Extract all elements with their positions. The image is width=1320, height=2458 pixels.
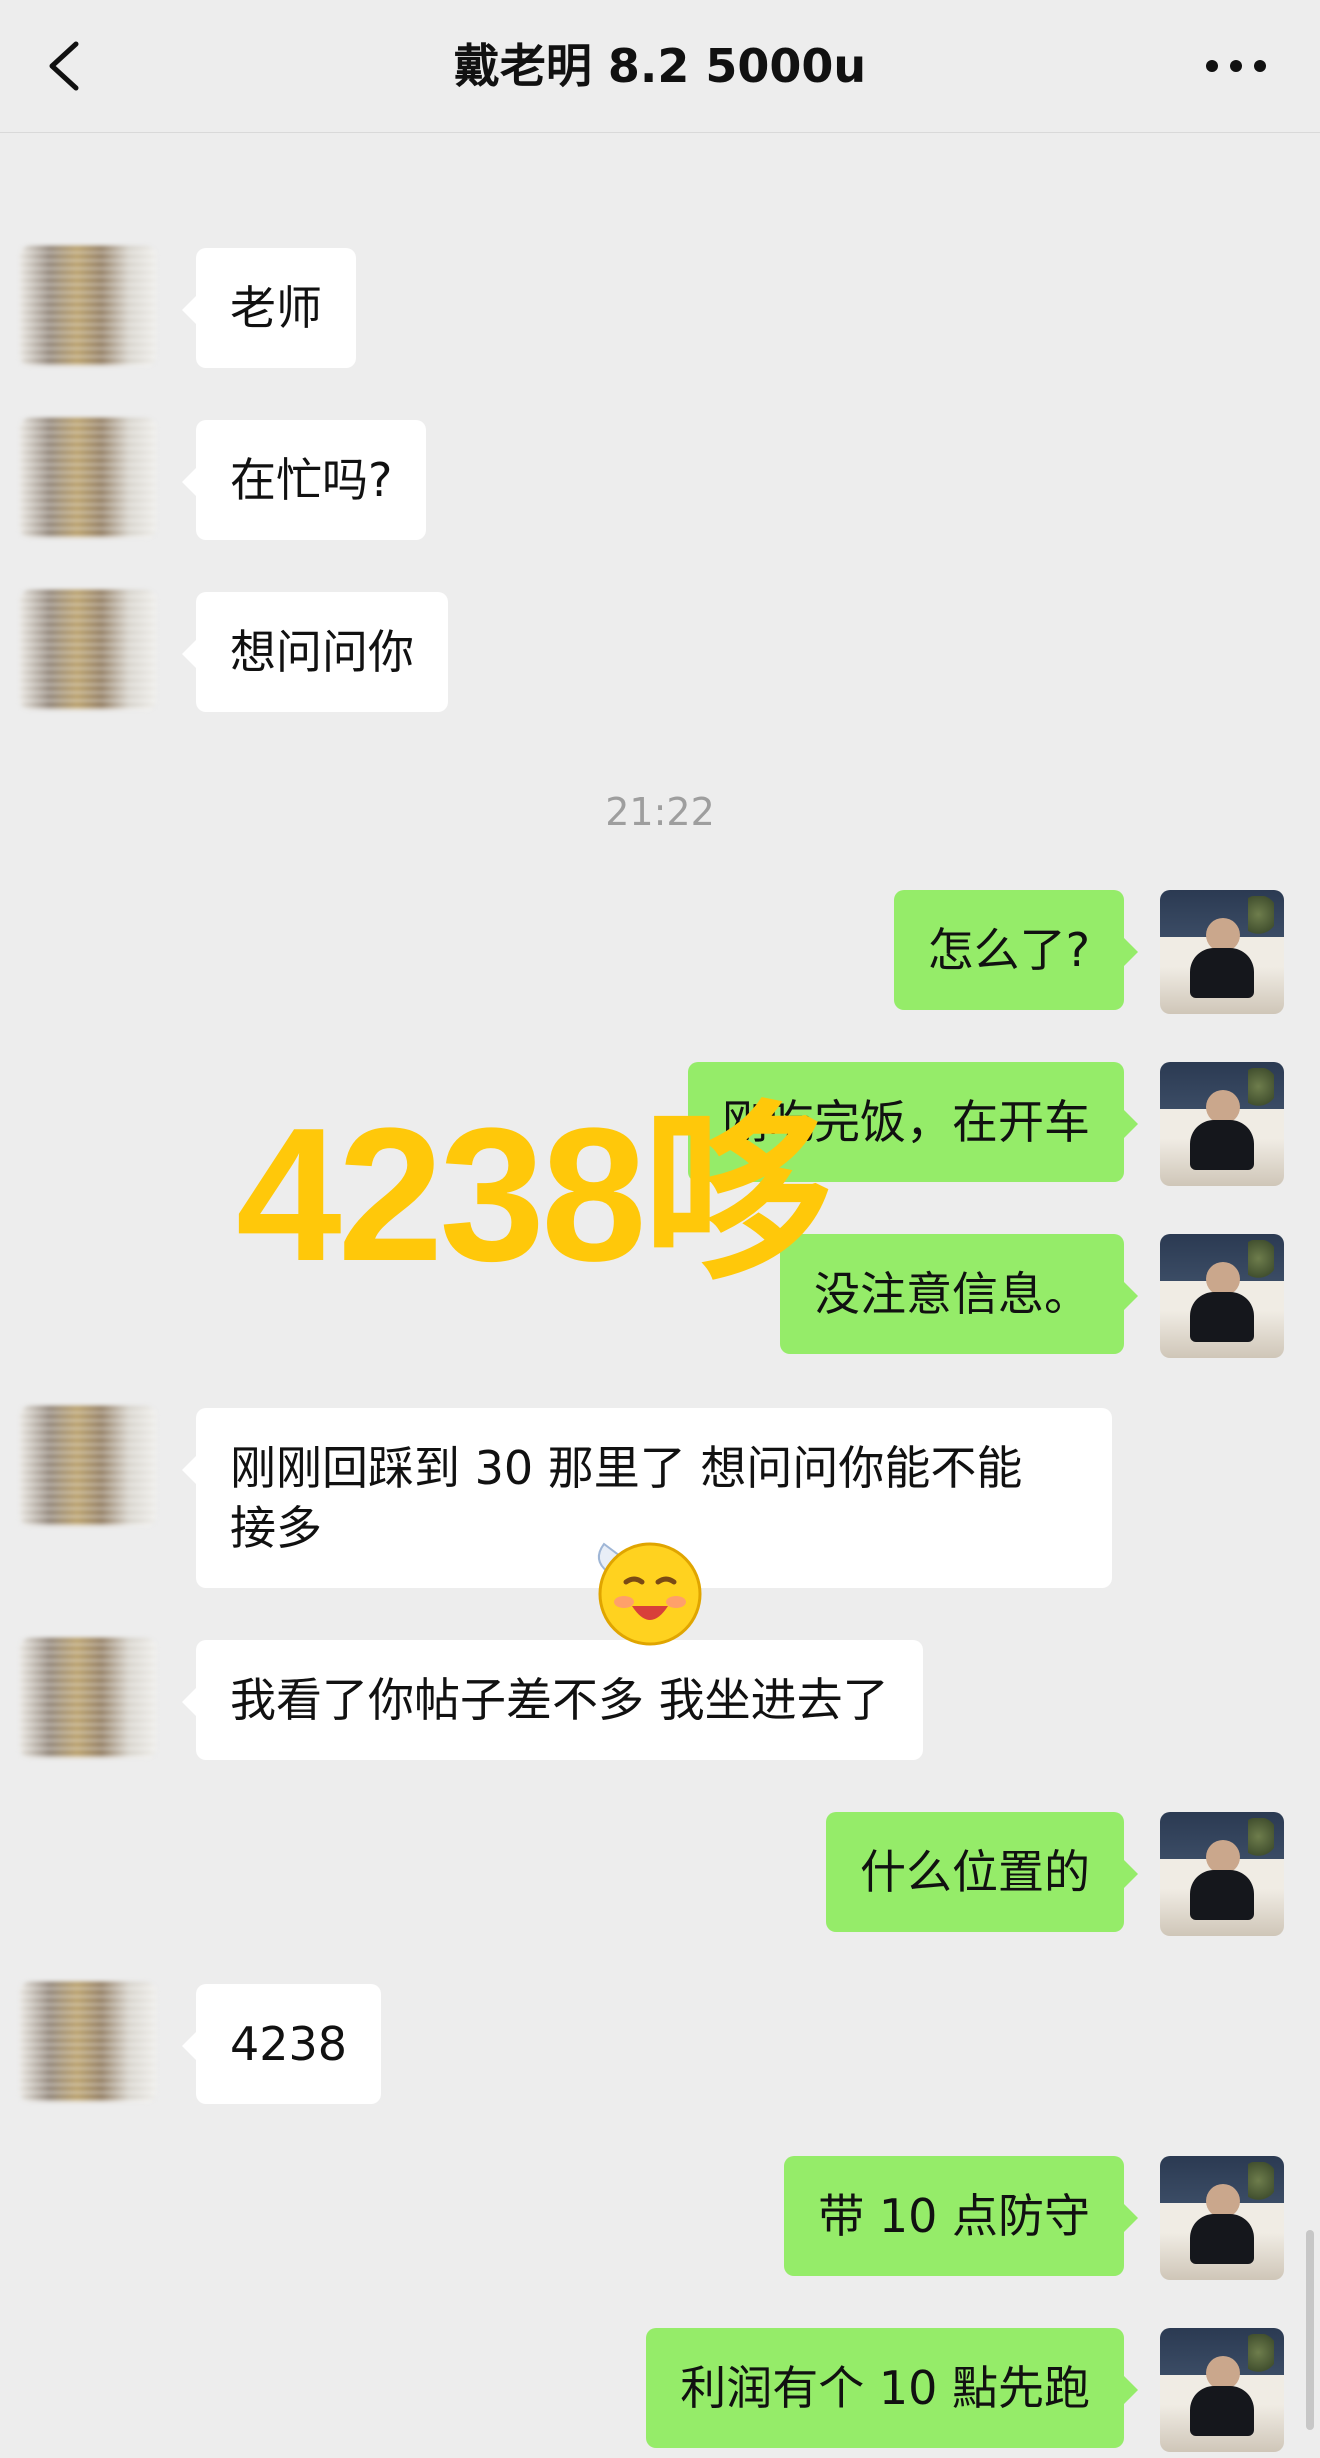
chat-screen: 戴老明 8.2 5000u 老师 在忙吗? 想问问你 21:22 怎么了? 刚吃… [0, 0, 1320, 2458]
contact-avatar[interactable] [20, 418, 156, 538]
contact-avatar[interactable] [20, 590, 156, 710]
message-bubble-received[interactable]: 4238 [181, 1984, 382, 2104]
chat-title: 戴老明 8.2 5000u [453, 39, 867, 93]
user-avatar[interactable] [1160, 1062, 1284, 1186]
user-avatar[interactable] [1160, 2156, 1284, 2280]
navigation-bar: 戴老明 8.2 5000u [0, 0, 1320, 133]
message-bubble-sent[interactable]: 怎么了? [893, 890, 1139, 1010]
contact-avatar[interactable] [20, 1638, 156, 1758]
smiling-face-emoji-icon [590, 1530, 710, 1650]
message-bubble-received[interactable]: 老师 [182, 248, 356, 368]
contact-avatar[interactable] [20, 1406, 156, 1526]
message-bubble-sent[interactable]: 利润有个 10 點先跑 [646, 2328, 1138, 2448]
chevron-left-icon[interactable] [38, 30, 100, 102]
more-horizontal-icon[interactable] [1196, 44, 1276, 88]
user-avatar[interactable] [1160, 2328, 1284, 2452]
message-bubble-received[interactable]: 我看了你帖子差不多 我坐进去了 [182, 1640, 923, 1760]
message-bubble-received[interactable]: 想问问你 [182, 592, 448, 712]
message-bubble-received[interactable]: 在忙吗? [181, 420, 427, 540]
message-bubble-sent[interactable]: 什么位置的 [826, 1812, 1138, 1932]
user-avatar[interactable] [1160, 1812, 1284, 1936]
contact-avatar[interactable] [20, 246, 156, 366]
message-bubble-sent[interactable]: 带 10 点防守 [784, 2156, 1138, 2276]
watermark-text: 4238哆 [236, 1089, 833, 1301]
message-bubble-sent[interactable]: 没注意信息。 [780, 1234, 1138, 1354]
contact-avatar[interactable] [20, 1982, 156, 2102]
user-avatar[interactable] [1160, 890, 1284, 1014]
user-avatar[interactable] [1160, 1234, 1284, 1358]
message-timestamp: 21:22 [605, 790, 715, 834]
scrollbar[interactable] [1306, 2230, 1314, 2430]
